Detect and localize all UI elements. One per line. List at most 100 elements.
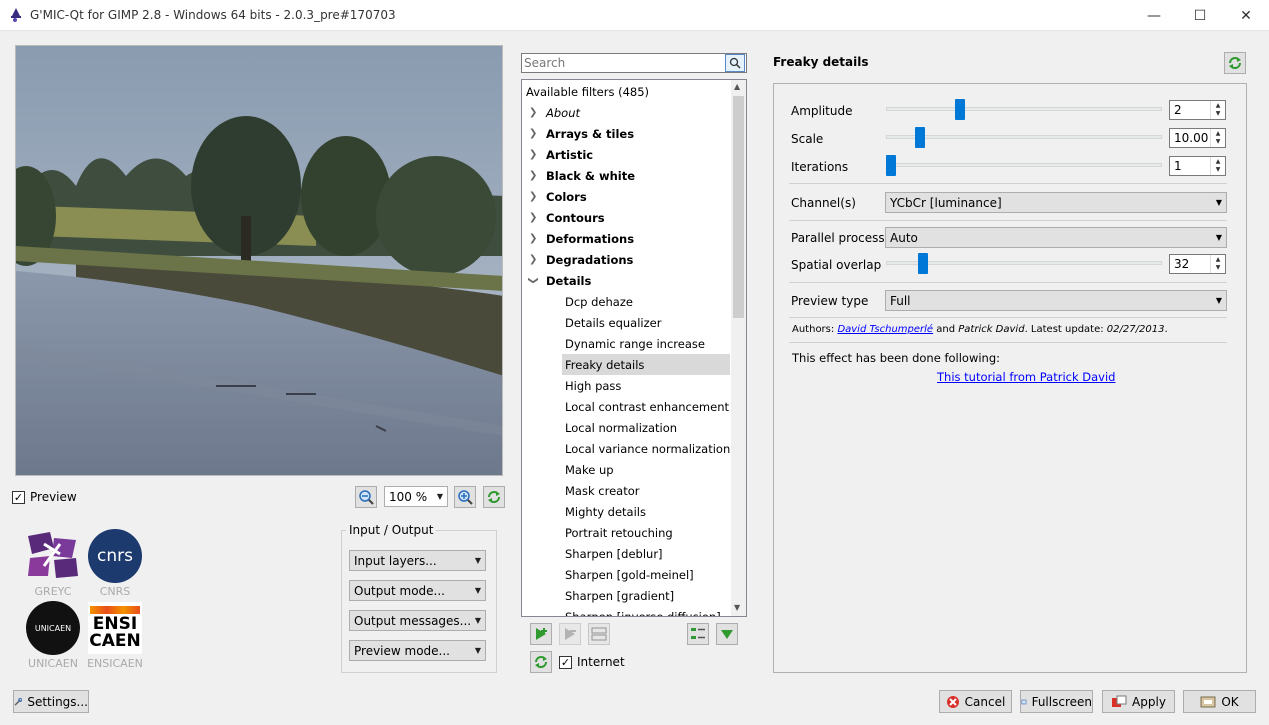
update-date: 02/27/2013 [1106,324,1165,335]
filter-item[interactable]: Sharpen [gradient] [522,585,731,606]
filter-item[interactable]: Mighty details [522,501,731,522]
tutorial-link[interactable]: This tutorial from Patrick David [937,370,1115,384]
filter-item-selected[interactable]: Freaky details [562,354,730,375]
filter-item[interactable]: Dynamic range increase [522,333,731,354]
filter-item[interactable]: Portrait retouching [522,522,731,543]
search-icon [729,57,741,69]
preview-toggle[interactable]: ✓ Preview [12,490,77,504]
parallel-select[interactable]: Auto ▼ [885,227,1227,248]
amplitude-slider-track[interactable] [886,107,1162,111]
chevron-right-icon: ❯ [529,254,538,265]
filter-item[interactable]: Local normalization [522,417,731,438]
tools-icon [14,697,23,706]
scale-slider-track[interactable] [886,135,1162,139]
filter-item[interactable]: Mask creator [522,480,731,501]
add-favorite-button[interactable] [530,623,552,645]
overlap-spinbox[interactable]: 32 ▲ ▼ [1169,254,1226,274]
output-messages-label: Output messages... [354,613,472,628]
authors-line: Authors: David Tschumperlé and Patrick D… [792,324,1168,335]
scale-slider-thumb[interactable] [915,127,926,148]
select-filters-button[interactable] [687,623,709,645]
output-mode-label: Output mode... [354,583,445,598]
scroll-down-icon[interactable]: ▼ [734,603,740,612]
rename-favorite-button[interactable] [588,623,610,645]
minimize-button[interactable]: — [1131,0,1177,31]
preview-image[interactable] [15,45,503,476]
filter-item[interactable]: High pass [522,375,731,396]
filter-category[interactable]: ❯ Colors [522,186,731,207]
filter-category[interactable]: ❯ Contours [522,207,731,228]
filter-item[interactable]: Sharpen [gold-meinel] [522,564,731,585]
spin-arrows-icon[interactable]: ▲ ▼ [1210,101,1225,119]
filter-tree-header[interactable]: Available filters (485) [522,81,731,102]
filter-item[interactable]: Details equalizer [522,312,731,333]
filter-item[interactable]: Dcp dehaze [522,291,731,312]
apply-button[interactable]: Apply [1102,690,1175,713]
filter-category[interactable]: ❯ Degradations [522,249,731,270]
filter-item[interactable]: Make up [522,459,731,480]
zoom-select[interactable]: 100 % ▼ [384,486,448,507]
refresh-preview-button[interactable] [483,486,505,508]
zoom-out-icon [359,490,374,505]
settings-button[interactable]: Settings... [13,690,89,713]
separator [789,183,1227,184]
preview-type-select[interactable]: Full ▼ [885,290,1227,311]
iterations-spinbox[interactable]: 1 ▲ ▼ [1169,156,1226,176]
scale-spinbox[interactable]: 10.00 ▲ ▼ [1169,128,1226,148]
search-button[interactable] [725,54,745,72]
update-filters-button[interactable] [530,651,552,673]
preview-checkbox[interactable]: ✓ [12,490,25,504]
output-mode-select[interactable]: Output mode... ▼ [349,580,486,601]
cnrs-logo: cnrs [88,529,142,583]
filter-item[interactable]: Local contrast enhancement [522,396,731,417]
category-label: Degradations [546,252,634,267]
spin-arrows-icon[interactable]: ▲ ▼ [1210,255,1225,273]
filter-item[interactable]: Sharpen [deblur] [522,543,731,564]
fullscreen-button[interactable]: Fullscreen [1020,690,1093,713]
zoom-out-button[interactable] [355,486,377,508]
reset-parameters-button[interactable] [1224,52,1246,74]
filter-category[interactable]: ❯ About [522,102,731,123]
scroll-up-icon[interactable]: ▲ [734,82,740,91]
gmic-wizard-icon [8,7,24,23]
category-label: Contours [546,210,605,225]
expand-all-button[interactable] [716,623,738,645]
filter-item[interactable]: Sharpen [inverse diffusion] [522,606,731,617]
scrollbar-thumb[interactable] [733,96,744,318]
preview-mode-select[interactable]: Preview mode... ▼ [349,640,486,661]
filter-category[interactable]: ❯ Deformations [522,228,731,249]
chevron-down-icon: ▼ [1215,198,1222,207]
output-messages-select[interactable]: Output messages... ▼ [349,610,486,631]
channels-select[interactable]: YCbCr [luminance] ▼ [885,192,1227,213]
overlap-slider-thumb[interactable] [917,253,928,274]
zoom-in-button[interactable] [454,486,476,508]
filter-tree[interactable]: Available filters (485) ❯ About ❯ Arrays &… [521,79,747,617]
internet-toggle[interactable]: ✓ Internet [559,655,625,669]
filter-category[interactable]: ❯ Black & white [522,165,731,186]
internet-checkbox[interactable]: ✓ [559,655,572,669]
remove-favorite-button[interactable] [559,623,581,645]
refresh-icon [1229,57,1241,69]
amplitude-spinbox[interactable]: 2 ▲ ▼ [1169,100,1226,120]
close-button[interactable]: ✕ [1223,0,1269,31]
separator [789,282,1227,283]
latest-update-label: . Latest update: [1024,324,1107,335]
filter-category[interactable]: ❯ Arrays & tiles [522,123,731,144]
iterations-slider-thumb[interactable] [886,155,896,176]
spin-arrows-icon[interactable]: ▲ ▼ [1210,129,1225,147]
filter-item[interactable]: Local variance normalization [522,438,731,459]
iterations-slider-track[interactable] [886,163,1162,167]
chevron-right-icon: ❯ [529,149,538,160]
amplitude-slider-thumb[interactable] [955,99,966,120]
author-link[interactable]: David Tschumperlé [837,324,933,335]
fullscreen-icon [1021,699,1027,704]
ok-button[interactable]: OK [1183,690,1256,713]
author-name: Patrick David [958,324,1025,335]
input-layers-select[interactable]: Input layers... ▼ [349,550,486,571]
filter-category-details[interactable]: ❯ Details [522,270,731,291]
cancel-button[interactable]: Cancel [939,690,1012,713]
maximize-button[interactable]: ☐ [1177,0,1223,31]
category-label: Colors [546,189,587,204]
spin-arrows-icon[interactable]: ▲ ▼ [1210,157,1225,175]
filter-category[interactable]: ❯ Artistic [522,144,731,165]
